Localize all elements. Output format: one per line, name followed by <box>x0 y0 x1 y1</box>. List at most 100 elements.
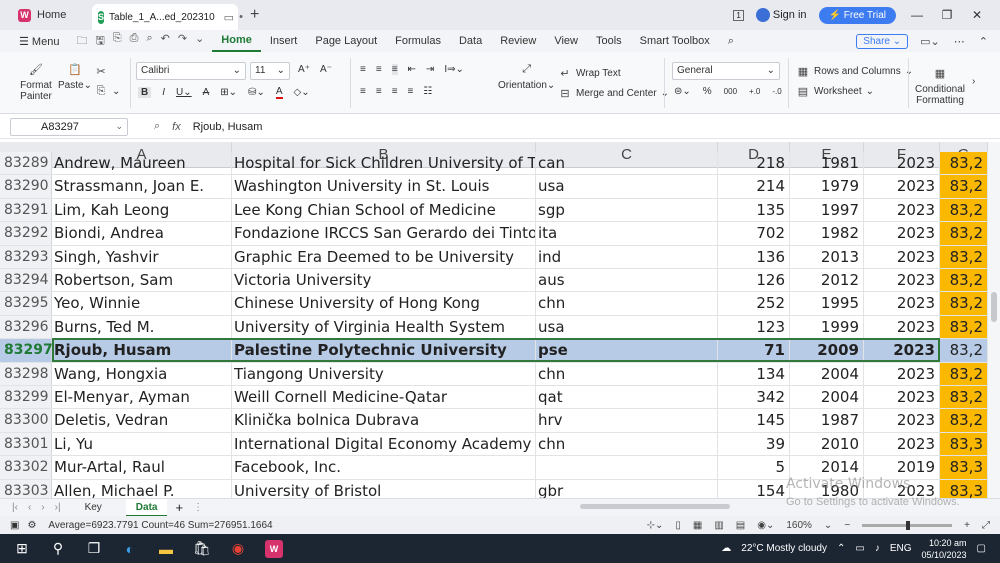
cell-e[interactable]: 1987 <box>790 409 864 432</box>
decrease-font-icon[interactable]: A⁻ <box>320 64 332 75</box>
cell-a[interactable]: Yeo, Winnie <box>52 292 232 315</box>
cell-g[interactable]: 83,2 <box>940 386 988 409</box>
prev-sheet-icon[interactable]: ‹ <box>28 502 31 513</box>
free-trial-button[interactable]: ⚡ Free Trial <box>818 6 896 24</box>
tab-insert[interactable]: Insert <box>261 35 307 47</box>
indent-decrease-icon[interactable]: ⇤ <box>408 64 416 75</box>
share-button[interactable]: Share ⌄ <box>856 33 909 49</box>
table-row[interactable]: 83294 Robertson, Sam Victoria University au… <box>0 269 988 293</box>
cell-a[interactable]: Rjoub, Husam <box>52 339 232 362</box>
tab-review[interactable]: Review <box>491 35 545 47</box>
table-row[interactable]: 83295 Yeo, Winnie Chinese University of Ho… <box>0 292 988 316</box>
table-row[interactable]: 83299 El-Menyar, Ayman Weill Cornell Medic… <box>0 386 988 410</box>
spreadsheet-grid[interactable]: ◢ A B C D E F G 83289Andrew, MaureenHosp… <box>0 142 988 498</box>
cell-b[interactable]: Chinese University of Hong Kong <box>232 292 536 315</box>
cell-b[interactable]: Lee Kong Chian School of Medicine <box>232 198 536 222</box>
page-count-icon[interactable]: 1 <box>733 9 744 21</box>
cell-b[interactable]: Graphic Era Deemed to be University <box>232 245 536 268</box>
notifications-icon[interactable]: ▢ <box>977 543 986 554</box>
cell-a[interactable]: Biondi, Andrea <box>52 222 232 245</box>
cell-b[interactable]: Facebook, Inc. <box>232 456 536 479</box>
cell-g[interactable]: 83,2 <box>940 245 988 268</box>
search-icon[interactable]: ⌕ <box>719 35 743 48</box>
cell-f[interactable]: 2023 <box>864 362 940 385</box>
file-tab[interactable]: S Table_1_A...ed_202310 ▭ • <box>92 4 243 30</box>
distributed-icon[interactable]: ☷ <box>423 86 432 97</box>
cell-e[interactable]: 1979 <box>790 175 864 198</box>
underline-icon[interactable]: U⌄ <box>176 87 192 98</box>
cell-c[interactable]: chn <box>536 292 718 315</box>
cut-button[interactable]: ✂ <box>94 64 108 78</box>
cell-b[interactable]: Fondazione IRCCS San Gerardo dei Tintori <box>232 222 536 245</box>
accessibility-icon[interactable]: ⚙ <box>27 520 36 531</box>
text-direction-icon[interactable]: I⇒⌄ <box>444 64 464 75</box>
table-row[interactable]: 83296 Burns, Ted M. University of Virginia… <box>0 315 988 340</box>
cell-d[interactable]: 702 <box>718 222 790 245</box>
last-sheet-icon[interactable]: ›| <box>55 502 61 513</box>
task-view-icon[interactable]: ❐ <box>76 534 112 563</box>
align-center-icon[interactable]: ≡ <box>376 86 382 97</box>
tray-chevron-icon[interactable]: ⌃ <box>837 543 845 554</box>
cell-d[interactable]: 154 <box>718 479 790 498</box>
fullscreen-icon[interactable]: ⤢ <box>982 520 990 531</box>
cell-a[interactable]: Mur-Artal, Raul <box>52 456 232 479</box>
row-header[interactable]: 83299 <box>0 386 52 409</box>
language-indicator[interactable]: ENG <box>890 543 912 554</box>
more-icon[interactable]: ⌄ <box>195 32 204 51</box>
fx-icon[interactable]: fx <box>172 121 181 133</box>
edge-icon[interactable]: ◐ <box>112 534 148 563</box>
number-format-select[interactable]: General ⌄ <box>672 62 780 80</box>
cell-g[interactable]: 83,2 <box>940 222 988 245</box>
cell-f[interactable]: 2023 <box>864 292 940 315</box>
cell-b[interactable]: International Digital Economy Academy (I… <box>232 432 536 456</box>
ribbon-scroll-right-icon[interactable]: › <box>972 76 975 87</box>
cell-d[interactable]: 126 <box>718 269 790 292</box>
cell-g[interactable]: 83,2 <box>940 315 988 339</box>
row-header[interactable]: 83291 <box>0 198 52 222</box>
formula-input[interactable]: Rjoub, Husam <box>193 121 263 133</box>
row-header[interactable]: 83295 <box>0 292 52 315</box>
tab-page-layout[interactable]: Page Layout <box>306 35 386 47</box>
reading-view-icon[interactable]: ▤ <box>736 520 745 531</box>
thousands-icon[interactable]: 000 <box>724 87 737 96</box>
horizontal-scroll-thumb[interactable] <box>580 504 730 509</box>
cell-e[interactable]: 1999 <box>790 315 864 339</box>
cell-a[interactable]: El-Menyar, Ayman <box>52 386 232 409</box>
orientation-button[interactable]: ⤢ Orientation⌄ <box>498 62 555 92</box>
row-header[interactable]: 83296 <box>0 315 52 339</box>
conditional-formatting-button[interactable]: ▦ Conditional Formatting <box>914 66 966 107</box>
home-tab[interactable]: W Home <box>8 3 92 27</box>
sheet-tab-data[interactable]: Data <box>125 498 168 517</box>
cell-a[interactable]: Strassmann, Joan E. <box>52 175 232 198</box>
format-painter-button[interactable]: 🖌 Format Painter <box>16 62 56 103</box>
cell-a[interactable]: Robertson, Sam <box>52 269 232 292</box>
font-select[interactable]: Calibri ⌄ <box>136 62 246 80</box>
zoom-in-icon[interactable]: + <box>964 520 970 531</box>
restore-icon[interactable]: ❐ <box>938 8 956 22</box>
cell-e[interactable]: 1982 <box>790 222 864 245</box>
cell-c[interactable]: chn <box>536 432 718 456</box>
align-top-icon[interactable]: ≡ <box>360 64 366 75</box>
cell-g[interactable]: 83,2 <box>940 175 988 198</box>
cell-d[interactable]: 218 <box>718 152 790 175</box>
paste-button[interactable]: 📋 Paste⌄ <box>58 62 92 92</box>
cell-a[interactable]: Singh, Yashvir <box>52 245 232 268</box>
cell-g[interactable]: 83,2 <box>940 269 988 292</box>
cell-d[interactable]: 342 <box>718 386 790 409</box>
cell-a[interactable]: Lim, Kah Leong <box>52 198 232 222</box>
cell-b[interactable]: Palestine Polytechnic University <box>232 339 536 362</box>
cell-g[interactable]: 83,2 <box>940 152 988 175</box>
first-sheet-icon[interactable]: |‹ <box>12 502 18 513</box>
redo-icon[interactable]: ↷ <box>178 32 187 51</box>
cell-e[interactable]: 2004 <box>790 386 864 409</box>
increase-decimal-icon[interactable]: +.0 <box>749 87 760 96</box>
undo-icon[interactable]: ↶ <box>161 32 170 51</box>
indent-increase-icon[interactable]: ⇥ <box>426 64 434 75</box>
cell-g[interactable]: 83,3 <box>940 456 988 479</box>
tab-data[interactable]: Data <box>450 35 491 47</box>
cell-e[interactable]: 2009 <box>790 339 864 362</box>
cell-c[interactable]: ita <box>536 222 718 245</box>
clear-format-icon[interactable]: ◇⌄ <box>294 87 310 98</box>
table-row[interactable]: 83297 Rjoub, Husam Palestine Polytechnic U… <box>0 339 988 363</box>
table-row[interactable]: 83298 Wang, Hongxia Tiangong University chn… <box>0 362 988 386</box>
